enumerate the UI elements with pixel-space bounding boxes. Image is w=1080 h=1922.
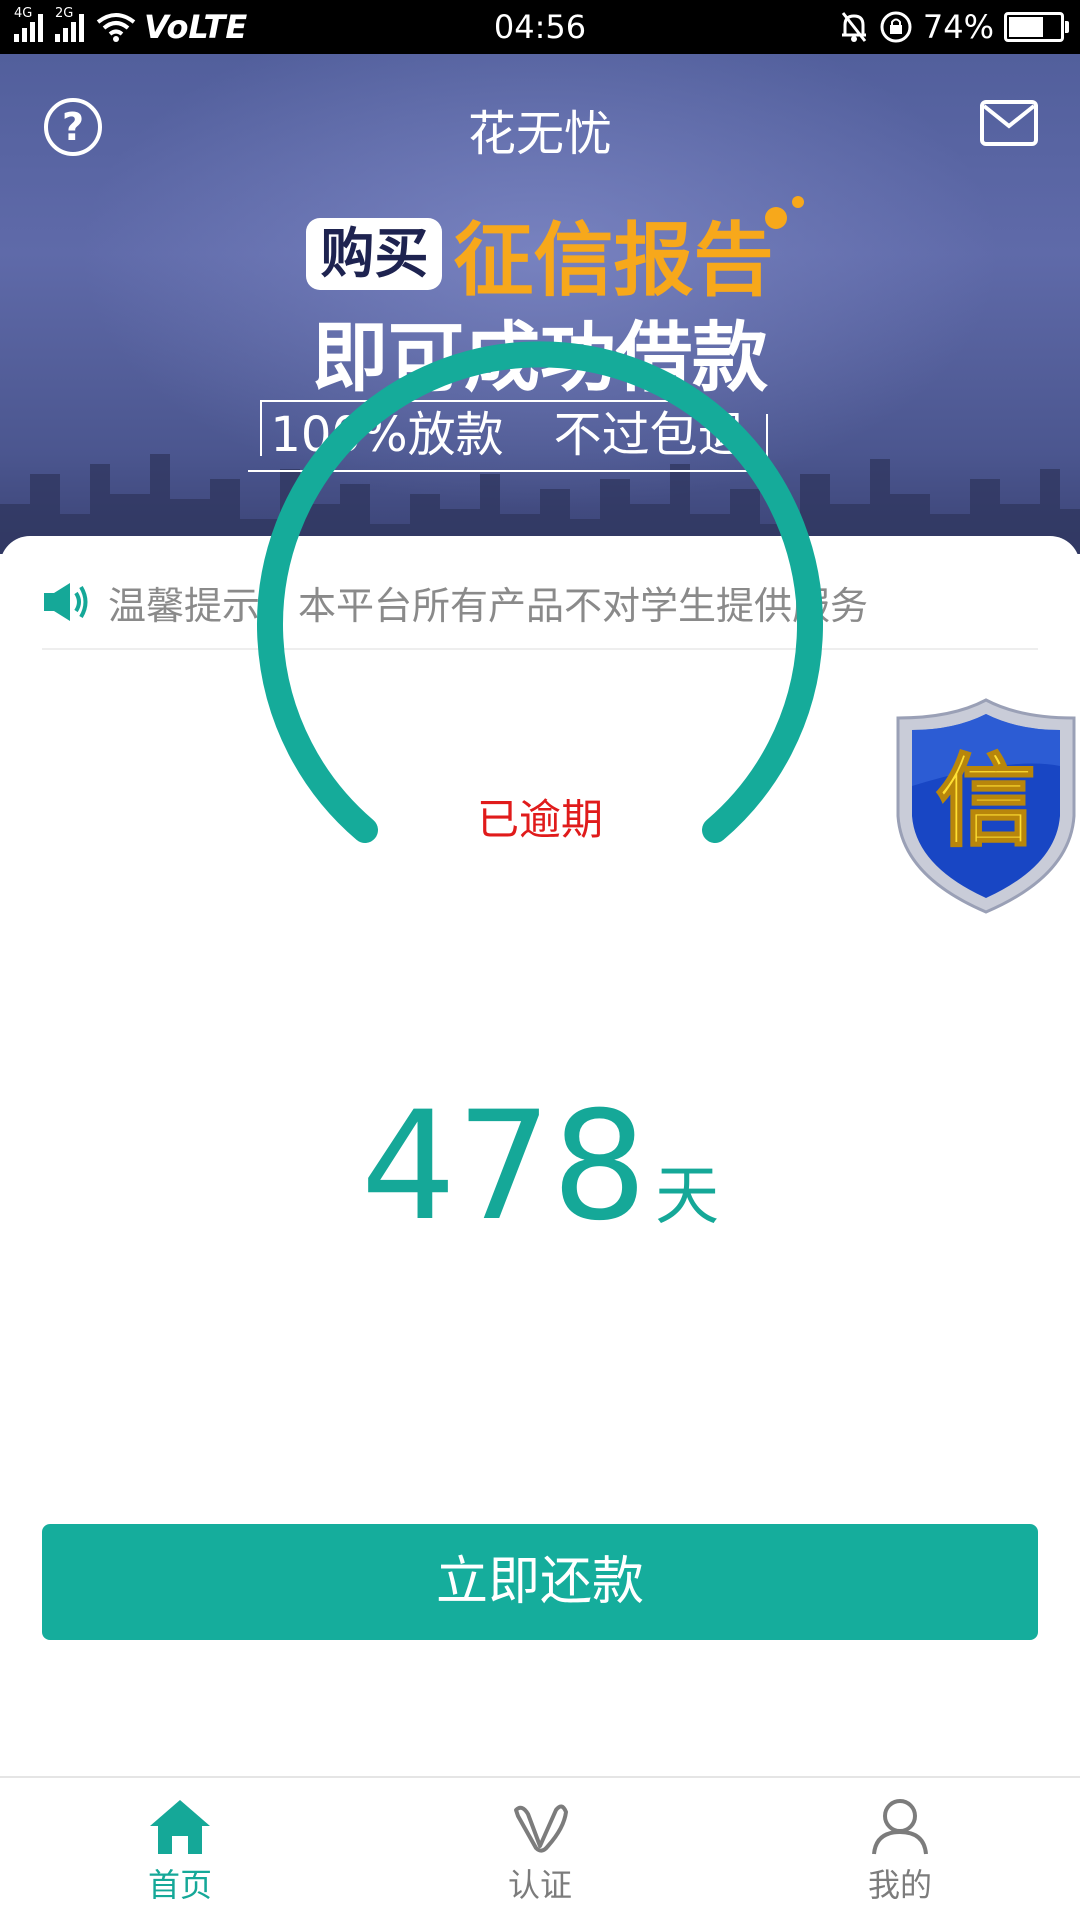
overdue-days: 478 天: [0, 1080, 1080, 1254]
bell-muted-icon: [841, 12, 867, 42]
overdue-gauge: [257, 341, 823, 843]
nav-item-home[interactable]: 首页: [80, 1798, 280, 1906]
repay-now-button[interactable]: 立即还款: [42, 1524, 1038, 1640]
credit-report-headline: 征信报告: [453, 214, 774, 307]
home-icon: [150, 1800, 210, 1854]
verify-icon: [514, 1804, 568, 1853]
promo-line-1: 购买 征信报告: [0, 196, 1080, 312]
overdue-days-value: 478: [360, 1080, 648, 1254]
battery-fill: [1009, 17, 1044, 37]
app-title: 花无忧: [467, 106, 612, 162]
status-bar: 4G 2G VoLTE 04:56 74%: [0, 0, 1080, 54]
overdue-days-unit: 天: [655, 1160, 720, 1234]
battery-percent: 74%: [922, 8, 994, 46]
mail-icon[interactable]: [980, 100, 1038, 146]
rotation-lock-icon: [880, 11, 912, 43]
nav-label-home: 首页: [147, 1866, 212, 1904]
nav-item-mine[interactable]: 我的: [800, 1798, 1000, 1906]
speaker-icon: [44, 583, 88, 621]
nav-label-mine: 我的: [867, 1866, 932, 1904]
nav-label-verify: 认证: [507, 1866, 572, 1904]
nav-item-verify[interactable]: 认证: [440, 1798, 640, 1906]
buy-tag: 购买: [306, 218, 443, 290]
battery-icon: [1004, 12, 1069, 42]
status-right: 74%: [839, 6, 1069, 48]
decor-dots: [765, 196, 804, 229]
bottom-nav: 首页 认证 我的: [0, 1776, 1080, 1922]
user-icon: [872, 1799, 928, 1855]
